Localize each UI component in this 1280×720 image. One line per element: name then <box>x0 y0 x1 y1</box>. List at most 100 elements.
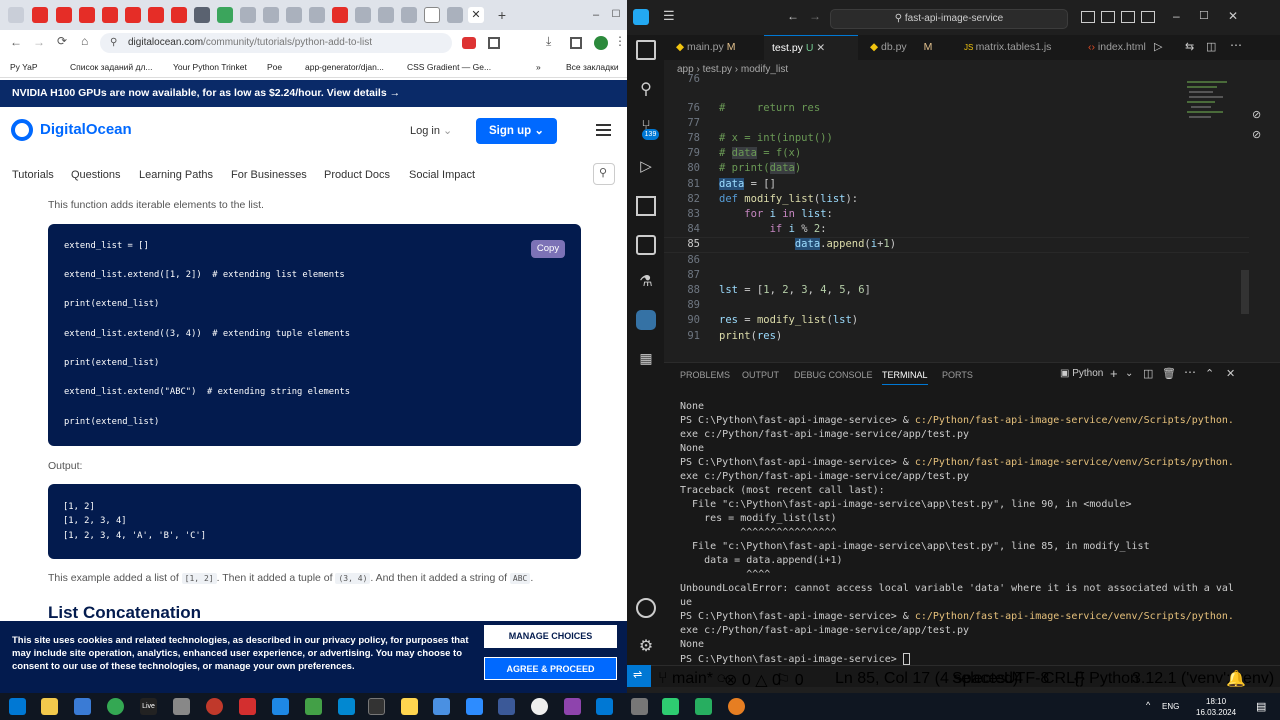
docker-icon[interactable]: ▦ <box>636 350 656 370</box>
taskbar-app-icon[interactable] <box>662 698 679 715</box>
tab-icon[interactable] <box>263 7 279 23</box>
extensions-icon[interactable] <box>636 196 656 216</box>
taskbar-app-icon[interactable] <box>695 698 712 715</box>
breadcrumb[interactable]: app › test.py › modify_list <box>664 60 1280 79</box>
python-interpreter[interactable]: 3.12.1 ('venv': venv) <box>1132 670 1274 688</box>
close-panel-icon[interactable]: ✕ <box>1226 367 1235 380</box>
remote-explorer-icon[interactable] <box>636 235 656 255</box>
testing-icon[interactable]: ⚗ <box>636 272 656 292</box>
close-icon[interactable]: ✕ <box>1228 9 1238 23</box>
chrome-icon[interactable] <box>107 698 124 715</box>
tab-ports[interactable]: PORTS <box>942 370 973 380</box>
manage-choices-button[interactable]: MANAGE CHOICES <box>484 625 617 648</box>
toggle-panel-icon[interactable] <box>1101 11 1115 23</box>
bookmarks-overflow[interactable]: » <box>536 62 541 72</box>
youtube-tab-icon[interactable] <box>102 7 118 23</box>
tab-icon[interactable] <box>217 7 233 23</box>
bookmark-item[interactable]: Poe <box>267 62 282 72</box>
terminal-prompt[interactable]: PS C:\Python\fast-api-image-service> <box>680 653 910 665</box>
bookmark-item[interactable]: Py YaP <box>10 62 38 72</box>
tab-debug-console[interactable]: DEBUG CONSOLE <box>794 370 873 380</box>
maximize-panel-icon[interactable]: ⌃ <box>1205 367 1214 380</box>
hamburger-menu-icon[interactable] <box>596 124 611 136</box>
new-terminal-icon[interactable]: + <box>1110 366 1118 381</box>
taskbar-app-icon[interactable] <box>206 698 223 715</box>
nav-for-businesses[interactable]: For Businesses <box>231 169 307 181</box>
tab-icon[interactable] <box>355 7 371 23</box>
taskbar-app-icon[interactable] <box>338 698 355 715</box>
taskbar-app-icon[interactable] <box>305 698 322 715</box>
open-changes-icon[interactable]: ⇆ <box>1185 40 1194 53</box>
system-clock[interactable]: 18:10 16.03.2024 <box>1196 696 1236 718</box>
nav-tutorials[interactable]: Tutorials <box>12 169 54 181</box>
youtube-tab-icon[interactable] <box>32 7 48 23</box>
youtube-tab-icon[interactable] <box>125 7 141 23</box>
bookmark-item[interactable]: Список заданий дл... <box>70 62 153 72</box>
bookmark-item[interactable]: app-generator/djan... <box>305 62 384 72</box>
toggle-secondary-sidebar-icon[interactable] <box>1121 11 1135 23</box>
youtube-tab-icon[interactable] <box>148 7 164 23</box>
menu-icon[interactable]: ⋮ <box>614 34 626 48</box>
minimize-icon[interactable]: – <box>1173 9 1180 23</box>
new-tab-icon[interactable]: + <box>494 7 510 23</box>
taskbar-app-icon[interactable] <box>401 698 418 715</box>
reload-icon[interactable]: ⟳ <box>57 34 67 48</box>
explorer-icon[interactable] <box>636 40 656 60</box>
tab-db-py[interactable]: ◆ db.py M <box>870 35 932 60</box>
site-info-icon[interactable]: ⚲ <box>110 33 117 53</box>
home-icon[interactable]: ⌂ <box>81 34 88 48</box>
copy-button[interactable]: Copy <box>531 240 565 258</box>
input-language[interactable]: ENG <box>1162 702 1179 711</box>
minimize-icon[interactable]: – <box>588 7 604 23</box>
tab-output[interactable]: OUTPUT <box>742 370 779 380</box>
run-file-icon[interactable]: ▷ <box>1154 40 1162 53</box>
chatgpt-tab-icon[interactable] <box>194 7 210 23</box>
tab-terminal[interactable]: TERMINAL <box>882 370 928 385</box>
language-mode[interactable]: {} Python <box>1074 670 1139 688</box>
promo-banner[interactable]: NVIDIA H100 GPUs are now available, for … <box>0 80 627 107</box>
all-bookmarks[interactable]: Все закладки <box>566 62 619 72</box>
taskbar-app-icon[interactable] <box>173 698 190 715</box>
wikipedia-tab-icon[interactable] <box>424 7 440 23</box>
maximize-icon[interactable]: ☐ <box>608 7 624 23</box>
customize-layout-icon[interactable] <box>1141 11 1155 23</box>
youtube-tab-icon[interactable] <box>56 7 72 23</box>
search-icon[interactable]: ⚲ <box>636 79 656 99</box>
toggle-sidebar-icon[interactable] <box>1081 11 1095 23</box>
audio-tab-icon[interactable] <box>309 7 325 23</box>
login-link[interactable]: Log in ⌄ <box>410 124 452 137</box>
back-icon[interactable]: ← <box>787 9 799 23</box>
site-logo[interactable]: DigitalOcean <box>40 121 132 138</box>
taskbar-app-icon[interactable] <box>272 698 289 715</box>
taskbar-app-icon[interactable] <box>433 698 450 715</box>
tab-matrix-js[interactable]: JS matrix.tables1.js <box>964 35 1051 60</box>
adblock-icon[interactable] <box>462 37 476 49</box>
command-center-search[interactable]: ⚲ fast-api-image-service <box>830 9 1068 29</box>
tab-icon[interactable] <box>286 7 302 23</box>
ports-indicator[interactable]: ⚐ 0 <box>776 670 804 690</box>
back-icon[interactable]: ← <box>10 35 22 49</box>
tab-menu-icon[interactable] <box>8 7 24 23</box>
nav-questions[interactable]: Questions <box>71 169 121 181</box>
terminal-profile[interactable]: ▣ Python <box>1060 368 1103 379</box>
address-bar[interactable]: ⚲ digitalocean.com/community/tutorials/p… <box>100 33 452 53</box>
account-icon[interactable] <box>636 598 656 618</box>
sidepanel-icon[interactable] <box>570 37 582 49</box>
editor-scrollbar[interactable] <box>1241 270 1249 314</box>
start-icon[interactable] <box>9 698 26 715</box>
signup-button[interactable]: Sign up ⌄ <box>476 118 557 144</box>
notification-center-icon[interactable]: ▤ <box>1256 700 1266 713</box>
youtube-tab-icon[interactable] <box>171 7 187 23</box>
bookmark-item[interactable]: Your Python Trinket <box>173 62 247 72</box>
nav-social-impact[interactable]: Social Impact <box>409 169 475 181</box>
trash-icon[interactable]: 🗑 <box>1162 367 1176 380</box>
file-explorer-icon[interactable] <box>41 698 58 715</box>
tab-problems[interactable]: PROBLEMS <box>680 370 730 380</box>
taskbar-app-icon[interactable] <box>498 698 515 715</box>
tab-icon[interactable] <box>401 7 417 23</box>
extensions-icon[interactable] <box>488 37 500 49</box>
taskbar-app-icon[interactable] <box>728 698 745 715</box>
terminal-app-icon[interactable] <box>368 698 385 715</box>
taskbar-app-icon[interactable] <box>239 698 256 715</box>
problems-indicator[interactable]: ⊗ 0 △ 0 <box>724 670 781 690</box>
